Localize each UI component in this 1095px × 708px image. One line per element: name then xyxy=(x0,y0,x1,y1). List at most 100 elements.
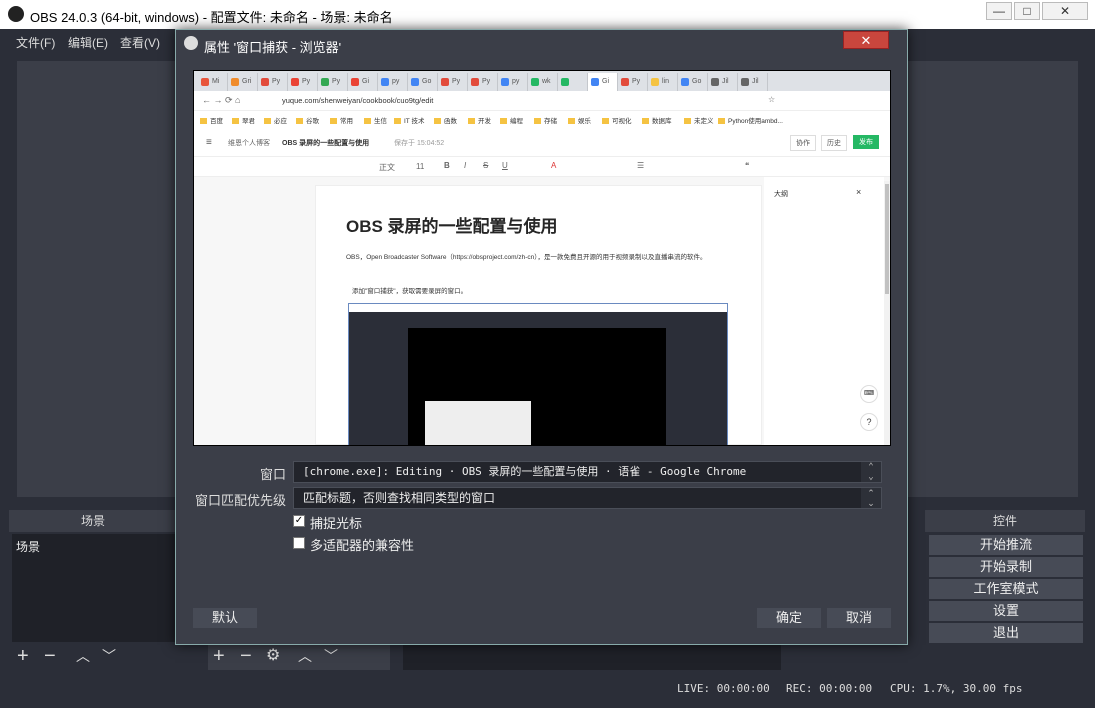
bookmark-item[interactable]: 翠君 xyxy=(232,115,255,125)
start-recording-button[interactable]: 开始录制 xyxy=(929,557,1083,577)
bookmark-item[interactable]: 可视化 xyxy=(602,115,632,125)
folder-icon xyxy=(394,118,401,125)
browser-tab[interactable]: lin xyxy=(648,73,678,91)
bookmark-item[interactable]: Python使用ambd... xyxy=(718,115,783,125)
browser-tab[interactable]: Py xyxy=(288,73,318,91)
bookmark-item[interactable]: 数据库 xyxy=(642,115,672,125)
browser-tab[interactable]: Py xyxy=(318,73,348,91)
outline-close-icon[interactable]: × xyxy=(856,187,861,197)
tab-favicon-icon xyxy=(321,78,329,86)
browser-tab[interactable]: Gi xyxy=(588,73,618,91)
tab-label: Py xyxy=(302,78,311,85)
move-down-icon[interactable]: ﹀ xyxy=(102,646,116,666)
bookmark-item[interactable]: 函数 xyxy=(434,115,457,125)
publish-button[interactable]: 发布 xyxy=(853,135,879,149)
move-up-icon[interactable]: ︿ xyxy=(76,646,90,666)
browser-screenshot: Mi Gri Py Py Py Gi py Go Py Py py wk Gi Py lin Go Jil Jil… xyxy=(194,71,890,445)
menu-icon[interactable]: ≡ xyxy=(206,137,212,148)
bold-icon[interactable]: B xyxy=(444,161,450,170)
ok-button[interactable]: 确定 xyxy=(757,608,821,628)
multi-adapter-checkbox[interactable] xyxy=(293,537,305,549)
bookmark-item[interactable]: 常用 xyxy=(330,115,353,125)
bookmark-item[interactable]: 未定义 xyxy=(684,115,714,125)
browser-tab[interactable]: Py xyxy=(438,73,468,91)
source-down-icon[interactable]: ﹀ xyxy=(324,646,338,666)
doc-paragraph: OBS，Open Broadcaster Software（https://ob… xyxy=(346,254,707,261)
list-icon[interactable]: ☰ xyxy=(637,161,644,170)
bookmark-item[interactable]: 必应 xyxy=(264,115,287,125)
priority-select[interactable]: 匹配标题，否则查找相同类型的窗口 ⌃ ⌄ xyxy=(293,487,882,509)
browser-tab[interactable]: Py xyxy=(468,73,498,91)
browser-tab[interactable]: Jil xyxy=(708,73,738,91)
start-streaming-button[interactable]: 开始推流 xyxy=(929,535,1083,555)
dialog-close-button[interactable]: ✕ xyxy=(843,31,889,49)
browser-tab[interactable]: Go xyxy=(408,73,438,91)
browser-tab[interactable]: Jil xyxy=(738,73,768,91)
browser-tab[interactable]: Gi xyxy=(348,73,378,91)
settings-button[interactable]: 设置 xyxy=(929,601,1083,621)
add-source-icon[interactable]: + xyxy=(213,646,225,666)
add-scene-icon[interactable]: + xyxy=(17,646,29,666)
keyboard-icon[interactable]: ⌨ xyxy=(860,385,878,403)
bookmark-item[interactable]: IT 技术 xyxy=(394,115,424,125)
paragraph-style[interactable]: 正文 xyxy=(379,162,395,173)
browser-tab[interactable]: wk xyxy=(528,73,558,91)
history-button[interactable]: 历史 xyxy=(821,135,847,151)
studio-mode-button[interactable]: 工作室模式 xyxy=(929,579,1083,599)
remove-scene-icon[interactable]: − xyxy=(44,646,56,666)
live-status: LIVE: 00:00:00 xyxy=(677,682,770,695)
folder-icon xyxy=(200,118,207,125)
bookmark-item[interactable]: 开发 xyxy=(468,115,491,125)
bookmark-label: 存储 xyxy=(544,118,557,125)
remove-source-icon[interactable]: − xyxy=(240,646,252,666)
breadcrumb-parent[interactable]: 维恩个人博客 xyxy=(228,138,270,148)
exit-button[interactable]: 退出 xyxy=(929,623,1083,643)
browser-tab[interactable] xyxy=(558,73,588,91)
menu-view[interactable]: 查看(V) xyxy=(120,34,160,51)
nav-arrows-icon: ← → ⟳ ⌂ xyxy=(202,95,241,105)
browser-tab[interactable]: Go xyxy=(678,73,708,91)
source-up-icon[interactable]: ︿ xyxy=(298,646,312,666)
source-settings-icon[interactable]: ⚙ xyxy=(266,646,280,666)
italic-icon[interactable]: I xyxy=(464,161,466,170)
browser-tab[interactable]: Gri xyxy=(228,73,258,91)
outline-title: 大纲 xyxy=(774,191,788,198)
bookmark-item[interactable]: 生信 xyxy=(364,115,387,125)
browser-tab[interactable]: Py xyxy=(618,73,648,91)
url-text[interactable]: yuque.com/shenweiyan/cookbook/cuo9tg/edi… xyxy=(282,96,433,105)
browser-tab[interactable]: Mi xyxy=(198,73,228,91)
capture-cursor-checkbox[interactable]: ✓ xyxy=(293,515,305,527)
browser-tab[interactable]: py xyxy=(378,73,408,91)
bookmark-label: 编程 xyxy=(510,118,523,125)
font-size[interactable]: 11 xyxy=(416,162,424,171)
bookmark-item[interactable]: 存储 xyxy=(534,115,557,125)
menu-edit[interactable]: 编辑(E) xyxy=(68,34,108,51)
tab-label: Py xyxy=(482,78,491,85)
bookmark-item[interactable]: 百度 xyxy=(200,115,223,125)
menu-file[interactable]: 文件(F) xyxy=(16,34,55,51)
bookmark-label: 可视化 xyxy=(612,118,632,125)
window-select[interactable]: [chrome.exe]: Editing · OBS 录屏的一些配置与使用 ·… xyxy=(293,461,882,483)
scene-item[interactable]: 场景 xyxy=(12,534,196,559)
underline-icon[interactable]: U xyxy=(502,161,508,170)
tab-favicon-icon xyxy=(681,78,689,86)
collab-button[interactable]: 协作 xyxy=(790,135,816,151)
browser-tab[interactable]: Py xyxy=(258,73,288,91)
font-color-icon[interactable]: A xyxy=(551,161,556,170)
bookmark-item[interactable]: 娱乐 xyxy=(568,115,591,125)
browser-tab[interactable]: py xyxy=(498,73,528,91)
defaults-button[interactable]: 默认 xyxy=(193,608,257,628)
maximize-button[interactable]: □ xyxy=(1014,2,1040,20)
bookmark-item[interactable]: 编程 xyxy=(500,115,523,125)
cancel-button[interactable]: 取消 xyxy=(827,608,891,628)
star-icon[interactable]: ☆ xyxy=(768,95,775,104)
browser-scrollbar[interactable] xyxy=(884,181,890,445)
close-window-button[interactable]: ✕ xyxy=(1042,2,1088,20)
bookmark-item[interactable]: 谷歌 xyxy=(296,115,319,125)
quote-icon[interactable]: ❝ xyxy=(745,161,749,170)
bookmark-label: 谷歌 xyxy=(306,118,319,125)
help-icon[interactable]: ? xyxy=(860,413,878,431)
tab-label: Gri xyxy=(242,78,252,85)
strike-icon[interactable]: S xyxy=(483,161,488,170)
minimize-button[interactable]: — xyxy=(986,2,1012,20)
